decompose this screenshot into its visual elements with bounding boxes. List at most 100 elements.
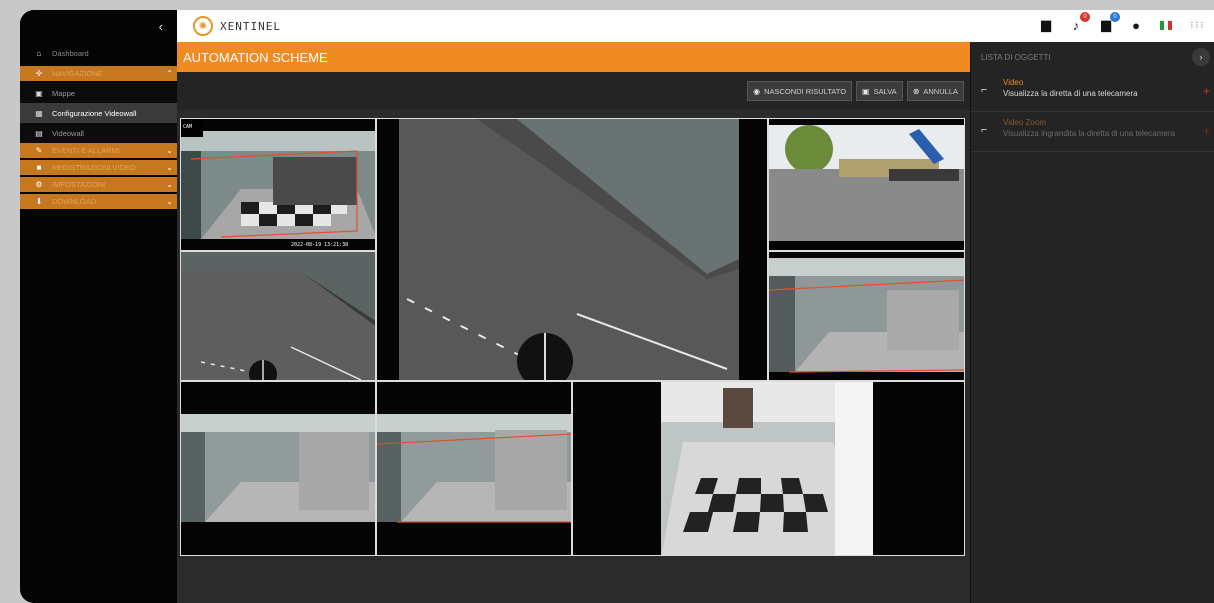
camera-tile-lobby-1[interactable]: CAM 2022-08-19 13:21:38 — [180, 118, 376, 251]
top-bar: ✺ XENTINEL ▆ ♪ 0 ▆ 0 ● ⋮⋮⋮ — [177, 10, 1214, 42]
object-name: Video — [1003, 78, 1024, 87]
camera-icon: ⌐ — [981, 84, 988, 96]
sidebar-item-label: EVENTI E ALLARMI — [52, 146, 120, 155]
header-icon-glyph: ♪ — [1072, 17, 1080, 33]
camera-feed-lobby-2 — [769, 252, 964, 380]
add-object-button[interactable]: + — [1203, 124, 1210, 138]
camera-feed-lobby-1: CAM — [181, 119, 375, 239]
sidebar-item-label: IMPOSTAZIONI — [52, 180, 106, 189]
map-icon: ▣ — [35, 88, 43, 98]
object-name: Video Zoom — [1003, 118, 1046, 127]
settings-icon: ⚙ — [35, 180, 43, 189]
object-list-header: LISTA DI OGGETTI › — [971, 42, 1214, 72]
sidebar-item-navigazione[interactable]: ✢ NAVIGAZIONE ⌃ — [20, 66, 177, 81]
hide-result-button[interactable]: ◉ NASCONDI RISULTATO — [747, 81, 853, 101]
chevron-left-icon: ‹ — [158, 18, 163, 34]
cancel-button-label: ANNULLA — [923, 86, 958, 96]
logo-mark-icon: ✺ — [193, 16, 213, 36]
save-button[interactable]: ▣ SALVA — [856, 81, 903, 101]
svg-text:CAM: CAM — [183, 124, 192, 130]
camera-tile-checker-floor[interactable] — [572, 381, 965, 556]
brand-name: XENTINEL — [220, 19, 281, 33]
save-icon: ▣ — [862, 86, 870, 96]
notification-icon[interactable]: ▆ 0 — [1098, 12, 1120, 34]
object-list-panel: LISTA DI OGGETTI › ⌐ Video Visualizza la d… — [970, 42, 1214, 603]
object-description: Visualizza ingrandita la diretta di una … — [1003, 129, 1175, 138]
camera-feed-yard — [769, 119, 964, 250]
videowall-icon: ▤ — [35, 128, 43, 138]
camera-tile-lobby-4[interactable] — [376, 381, 572, 556]
camera-feed-lobby-4 — [377, 382, 571, 555]
recordings-icon: ■ — [36, 163, 42, 172]
object-list-item-video-zoom[interactable]: ⌐ Video Zoom Visualizza ingrandita la dire… — [971, 112, 1214, 152]
toolbar: ◉ NASCONDI RISULTATO ▣ SALVA ⊗ ANNULLA — [177, 72, 970, 110]
user-icon[interactable]: ● — [1128, 16, 1144, 34]
sidebar: ‹ ⌂ Dashboard ✢ NAVIGAZIONE ⌃ ▣ Mappe ▦ Configur… — [20, 10, 177, 603]
notification-badge: 0 — [1080, 12, 1090, 22]
camera-feed-tunnel-1 — [181, 252, 375, 380]
chevron-icon: ⌄ — [166, 146, 173, 155]
chevron-icon: ⌃ — [166, 69, 173, 78]
italy-flag-icon[interactable] — [1158, 16, 1174, 34]
videowall-config-icon: ▦ — [35, 108, 43, 118]
header-icon-glyph: ▆ — [1041, 17, 1051, 32]
bell-icon[interactable]: ♪ 0 — [1068, 12, 1090, 34]
camera-tile-yard[interactable] — [768, 118, 965, 251]
download-icon: ⬇ — [35, 197, 43, 206]
sidebar-item-label: Mappe — [52, 88, 75, 98]
camera-tile-tunnel-main[interactable] — [376, 118, 768, 381]
app-logo[interactable]: ✺ XENTINEL — [193, 16, 281, 36]
home-icon: ⌂ — [36, 48, 42, 58]
eye-icon: ◉ — [753, 86, 761, 96]
sidebar-item-dashboard[interactable]: ⌂ Dashboard — [20, 44, 177, 62]
object-list-item-video[interactable]: ⌐ Video Visualizza la diretta di una telec… — [971, 72, 1214, 112]
chevron-icon: ⌄ — [166, 180, 173, 189]
header-icon-glyph: ⋮⋮⋮ — [1188, 22, 1206, 29]
panel-expand-button[interactable]: › — [1192, 48, 1210, 66]
camera-feed-checker-floor — [573, 382, 964, 555]
camera-icon: ⌐ — [981, 124, 988, 136]
sidebar-item-download[interactable]: ⬇ DOWNLOAD ⌄ — [20, 194, 177, 209]
object-text: Video Visualizza la diretta di una teleca… — [1003, 78, 1138, 105]
page-title: AUTOMATION SCHEME — [183, 49, 328, 65]
header-icon-glyph: ▆ — [1101, 17, 1111, 32]
cancel-icon: ⊗ — [912, 86, 920, 96]
sidebar-item-configurazione-videowall[interactable]: ▦ Configurazione Videowall — [20, 103, 177, 123]
chevron-right-icon: › — [1199, 52, 1203, 62]
briefcase-icon[interactable]: ▆ — [1038, 16, 1054, 34]
sidebar-item-label: REGISTRAZIONI VIDEO — [52, 163, 136, 172]
sidebar-item-label: Videowall — [52, 128, 84, 138]
sidebar-item-eventi-e-allarmi[interactable]: ✎ EVENTI E ALLARMI ⌄ — [20, 143, 177, 158]
save-button-label: SALVA — [873, 86, 897, 96]
camera-feed-lobby-3 — [181, 382, 375, 555]
sidebar-item-impostazioni[interactable]: ⚙ IMPOSTAZIONI ⌄ — [20, 177, 177, 192]
events-icon: ✎ — [35, 146, 43, 155]
camera-tile-lobby-3[interactable] — [180, 381, 376, 556]
sidebar-item-mappe[interactable]: ▣ Mappe — [20, 83, 177, 103]
sidebar-item-registrazioni-video[interactable]: ■ REGISTRAZIONI VIDEO ⌄ — [20, 160, 177, 175]
chevron-icon: ⌄ — [166, 197, 173, 206]
sidebar-item-videowall[interactable]: ▤ Videowall — [20, 123, 177, 143]
hide-result-button-label: NASCONDI RISULTATO — [764, 86, 847, 96]
camera-feed-tunnel-main — [377, 119, 767, 380]
sidebar-nav: ⌂ Dashboard ✢ NAVIGAZIONE ⌃ ▣ Mappe ▦ Configuraz… — [20, 44, 177, 209]
camera-tile-lobby-2[interactable] — [768, 251, 965, 381]
sidebar-item-label: NAVIGAZIONE — [52, 69, 103, 78]
flag-stripes — [1160, 20, 1172, 30]
sidebar-collapse-button[interactable]: ‹ — [20, 10, 177, 42]
chevron-icon: ⌄ — [166, 163, 173, 172]
app-window: ‹ ⌂ Dashboard ✢ NAVIGAZIONE ⌃ ▣ Mappe ▦ Configur… — [20, 10, 1214, 603]
navigation-icon: ✢ — [35, 69, 43, 78]
object-list-title: LISTA DI OGGETTI — [981, 52, 1051, 62]
object-list: ⌐ Video Visualizza la diretta di una telec… — [971, 72, 1214, 152]
cancel-button[interactable]: ⊗ ANNULLA — [906, 81, 964, 101]
sidebar-item-label: DOWNLOAD — [52, 197, 97, 206]
header-icon-glyph: ● — [1132, 17, 1140, 33]
object-text: Video Zoom Visualizza ingrandita la diret… — [1003, 118, 1175, 145]
apps-grid-icon[interactable]: ⋮⋮⋮ — [1188, 16, 1206, 34]
camera-timestamp: 2022-08-19 13:21:38 — [291, 242, 349, 248]
page-title-bar: AUTOMATION SCHEME — [177, 42, 970, 72]
add-object-button[interactable]: + — [1203, 84, 1210, 98]
notification-badge: 0 — [1110, 12, 1120, 22]
camera-tile-tunnel-1[interactable] — [180, 251, 376, 381]
